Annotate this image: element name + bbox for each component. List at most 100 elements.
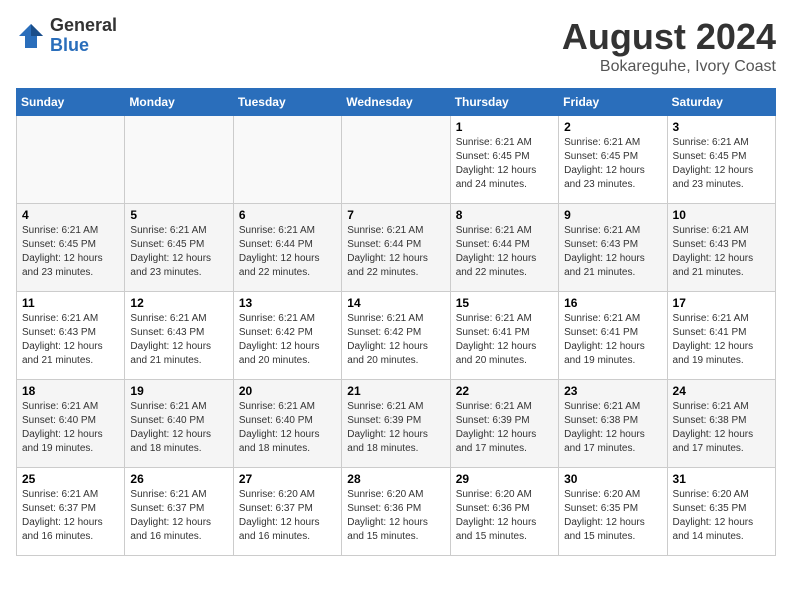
day-info: Sunrise: 6:20 AMSunset: 6:36 PMDaylight:… (456, 488, 553, 544)
calendar-body: 1 Sunrise: 6:21 AMSunset: 6:45 PMDaylight… (17, 116, 776, 556)
day-info: Sunrise: 6:20 AMSunset: 6:35 PMDaylight:… (564, 488, 661, 544)
day-number: 5 (130, 208, 227, 222)
week-row-4: 25 Sunrise: 6:21 AMSunset: 6:37 PMDayligh… (17, 468, 776, 556)
day-number: 4 (22, 208, 119, 222)
calendar-cell: 21 Sunrise: 6:21 AMSunset: 6:39 PMDayligh… (342, 380, 450, 468)
calendar-cell: 22Sunrise: 6:21 AMSunset: 6:39 PMDayligh… (450, 380, 558, 468)
week-row-3: 18 Sunrise: 6:21 AMSunset: 6:40 PMDayligh… (17, 380, 776, 468)
weekday-wednesday: Wednesday (342, 89, 450, 116)
day-info: Sunrise: 6:20 AMSunset: 6:37 PMDaylight:… (239, 488, 336, 544)
day-info: Sunrise: 6:20 AMSunset: 6:35 PMDaylight:… (673, 488, 770, 544)
calendar-cell: 3Sunrise: 6:21 AMSunset: 6:45 PMDaylight… (667, 116, 775, 204)
day-number: 13 (239, 296, 336, 310)
day-info: Sunrise: 6:21 AMSunset: 6:45 PMDaylight:… (456, 136, 553, 192)
calendar-cell: 9 Sunrise: 6:21 AMSunset: 6:43 PMDaylight… (559, 204, 667, 292)
day-info: Sunrise: 6:21 AMSunset: 6:44 PMDaylight:… (347, 224, 444, 280)
day-info: Sunrise: 6:21 AMSunset: 6:38 PMDaylight:… (564, 400, 661, 456)
day-number: 6 (239, 208, 336, 222)
calendar-cell: 30Sunrise: 6:20 AMSunset: 6:35 PMDayligh… (559, 468, 667, 556)
calendar-cell: 2 Sunrise: 6:21 AMSunset: 6:45 PMDaylight… (559, 116, 667, 204)
weekday-friday: Friday (559, 89, 667, 116)
day-number: 21 (347, 384, 444, 398)
day-info: Sunrise: 6:21 AMSunset: 6:37 PMDaylight:… (22, 488, 119, 544)
calendar-cell: 14 Sunrise: 6:21 AMSunset: 6:42 PMDayligh… (342, 292, 450, 380)
day-info: Sunrise: 6:21 AMSunset: 6:39 PMDaylight:… (347, 400, 444, 456)
day-number: 26 (130, 472, 227, 486)
day-number: 8 (456, 208, 553, 222)
day-number: 18 (22, 384, 119, 398)
calendar-cell: 11 Sunrise: 6:21 AMSunset: 6:43 PMDayligh… (17, 292, 125, 380)
weekday-monday: Monday (125, 89, 233, 116)
day-info: Sunrise: 6:21 AMSunset: 6:45 PMDaylight:… (130, 224, 227, 280)
calendar-cell: 31 Sunrise: 6:20 AMSunset: 6:35 PMDayligh… (667, 468, 775, 556)
weekday-thursday: Thursday (450, 89, 558, 116)
day-number: 31 (673, 472, 770, 486)
logo-blue-label: Blue (50, 36, 117, 56)
day-number: 19 (130, 384, 227, 398)
weekday-header-row: SundayMondayTuesdayWednesdayThursdayFrid… (17, 89, 776, 116)
day-info: Sunrise: 6:21 AMSunset: 6:43 PMDaylight:… (130, 312, 227, 368)
day-number: 10 (673, 208, 770, 222)
calendar-cell (17, 116, 125, 204)
day-number: 11 (22, 296, 119, 310)
day-info: Sunrise: 6:21 AMSunset: 6:44 PMDaylight:… (456, 224, 553, 280)
calendar-cell: 8 Sunrise: 6:21 AMSunset: 6:44 PMDaylight… (450, 204, 558, 292)
day-info: Sunrise: 6:21 AMSunset: 6:43 PMDaylight:… (564, 224, 661, 280)
day-info: Sunrise: 6:21 AMSunset: 6:45 PMDaylight:… (673, 136, 770, 192)
page-header: General Blue August 2024 Bokareguhe, Ivo… (16, 16, 776, 76)
calendar-cell (342, 116, 450, 204)
day-number: 2 (564, 120, 661, 134)
day-number: 1 (456, 120, 553, 134)
calendar-cell: 1 Sunrise: 6:21 AMSunset: 6:45 PMDaylight… (450, 116, 558, 204)
calendar-cell: 13 Sunrise: 6:21 AMSunset: 6:42 PMDayligh… (233, 292, 341, 380)
week-row-2: 11 Sunrise: 6:21 AMSunset: 6:43 PMDayligh… (17, 292, 776, 380)
day-info: Sunrise: 6:21 AMSunset: 6:41 PMDaylight:… (673, 312, 770, 368)
logo: General Blue (16, 16, 117, 56)
calendar-cell: 19 Sunrise: 6:21 AMSunset: 6:40 PMDayligh… (125, 380, 233, 468)
month-title: August 2024 (562, 16, 776, 58)
day-info: Sunrise: 6:21 AMSunset: 6:40 PMDaylight:… (130, 400, 227, 456)
day-number: 16 (564, 296, 661, 310)
day-info: Sunrise: 6:21 AMSunset: 6:41 PMDaylight:… (456, 312, 553, 368)
weekday-tuesday: Tuesday (233, 89, 341, 116)
calendar-cell: 6 Sunrise: 6:21 AMSunset: 6:44 PMDaylight… (233, 204, 341, 292)
week-row-0: 1 Sunrise: 6:21 AMSunset: 6:45 PMDaylight… (17, 116, 776, 204)
day-number: 14 (347, 296, 444, 310)
calendar-cell: 28Sunrise: 6:20 AMSunset: 6:36 PMDayligh… (342, 468, 450, 556)
day-info: Sunrise: 6:21 AMSunset: 6:37 PMDaylight:… (130, 488, 227, 544)
day-info: Sunrise: 6:21 AMSunset: 6:45 PMDaylight:… (564, 136, 661, 192)
calendar-cell: 12 Sunrise: 6:21 AMSunset: 6:43 PMDayligh… (125, 292, 233, 380)
day-number: 20 (239, 384, 336, 398)
day-number: 24 (673, 384, 770, 398)
day-number: 25 (22, 472, 119, 486)
calendar-cell: 4Sunrise: 6:21 AMSunset: 6:45 PMDaylight… (17, 204, 125, 292)
day-info: Sunrise: 6:21 AMSunset: 6:42 PMDaylight:… (239, 312, 336, 368)
calendar-cell: 20 Sunrise: 6:21 AMSunset: 6:40 PMDayligh… (233, 380, 341, 468)
day-number: 9 (564, 208, 661, 222)
day-number: 7 (347, 208, 444, 222)
title-block: August 2024 Bokareguhe, Ivory Coast (562, 16, 776, 76)
calendar-cell: 16Sunrise: 6:21 AMSunset: 6:41 PMDayligh… (559, 292, 667, 380)
day-number: 23 (564, 384, 661, 398)
logo-icon (16, 21, 46, 51)
calendar-cell (125, 116, 233, 204)
day-info: Sunrise: 6:21 AMSunset: 6:43 PMDaylight:… (22, 312, 119, 368)
day-info: Sunrise: 6:21 AMSunset: 6:42 PMDaylight:… (347, 312, 444, 368)
calendar-cell: 17 Sunrise: 6:21 AMSunset: 6:41 PMDayligh… (667, 292, 775, 380)
logo-text: General Blue (50, 16, 117, 56)
day-info: Sunrise: 6:21 AMSunset: 6:40 PMDaylight:… (239, 400, 336, 456)
calendar-cell: 5 Sunrise: 6:21 AMSunset: 6:45 PMDaylight… (125, 204, 233, 292)
day-number: 27 (239, 472, 336, 486)
day-number: 17 (673, 296, 770, 310)
calendar-cell: 25 Sunrise: 6:21 AMSunset: 6:37 PMDayligh… (17, 468, 125, 556)
location-title: Bokareguhe, Ivory Coast (562, 58, 776, 76)
day-number: 12 (130, 296, 227, 310)
calendar-cell (233, 116, 341, 204)
weekday-sunday: Sunday (17, 89, 125, 116)
calendar-cell: 27 Sunrise: 6:20 AMSunset: 6:37 PMDayligh… (233, 468, 341, 556)
day-number: 22 (456, 384, 553, 398)
day-info: Sunrise: 6:21 AMSunset: 6:44 PMDaylight:… (239, 224, 336, 280)
day-number: 15 (456, 296, 553, 310)
day-info: Sunrise: 6:20 AMSunset: 6:36 PMDaylight:… (347, 488, 444, 544)
week-row-1: 4 Sunrise: 6:21 AMSunset: 6:45 PMDaylight… (17, 204, 776, 292)
